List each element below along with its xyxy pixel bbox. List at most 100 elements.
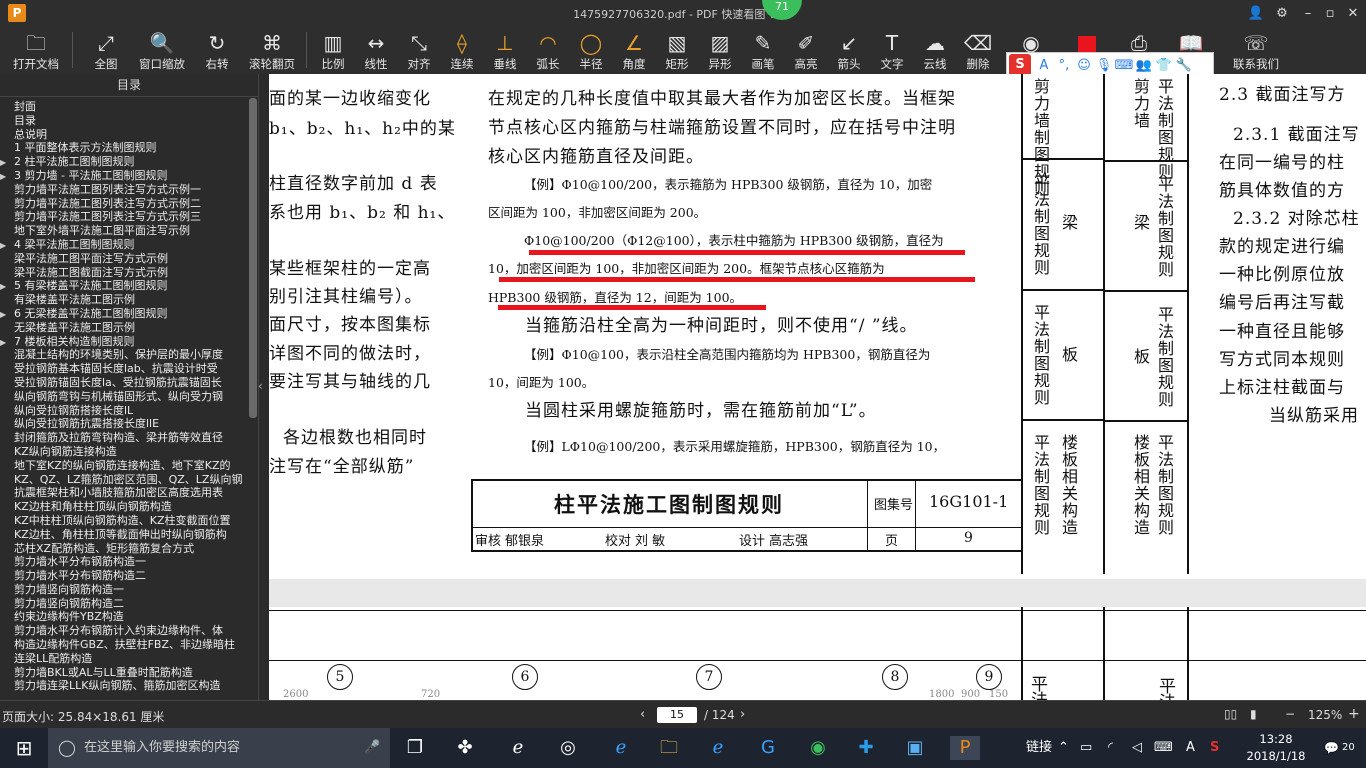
g-app-icon[interactable]: G <box>755 736 781 760</box>
arc-length-button[interactable]: ◠ 弧长 <box>529 28 567 74</box>
expand-arrow-icon[interactable]: ▶ <box>0 170 14 183</box>
minimize-button[interactable]: – <box>1298 4 1318 24</box>
user-icon[interactable]: 👤 <box>1246 4 1266 24</box>
keyboard-icon[interactable]: ⌨ <box>1154 728 1173 768</box>
side-tab[interactable]: 平法制图规则 <box>1031 304 1050 406</box>
side-tab[interactable]: 楼板相关构造 <box>1131 434 1150 536</box>
toc-item[interactable]: 受拉钢筋锚固长度la、受拉钢筋抗震锚固长 <box>0 376 248 390</box>
clock[interactable]: 13:28 2018/1/18 <box>1246 731 1306 765</box>
toc-item[interactable]: 剪力墙水平分布钢筋计入约束边缘构件、体 <box>0 624 248 638</box>
toc-item[interactable]: 梁平法施工图截面注写方式示例 <box>0 266 248 280</box>
tray-up-icon[interactable]: ⌃ <box>1058 728 1069 768</box>
side-tab[interactable]: 板 <box>1059 346 1078 363</box>
task-view-icon[interactable]: ❐ <box>402 736 428 760</box>
toc-item[interactable]: 剪力墙连梁LLK纵向钢筋、箍筋加密区构造 <box>0 679 248 693</box>
maximize-button[interactable]: ▫ <box>1320 4 1340 24</box>
toc-item[interactable]: ▶ 5 有梁楼盖平法施工图制图规则 <box>0 279 248 293</box>
clipboard-app-icon[interactable]: ▣ <box>902 736 928 760</box>
annotation-underline[interactable] <box>499 277 975 282</box>
toc-item[interactable]: 剪力墙BKL或AL与LL重叠时配筋构造 <box>0 666 248 680</box>
side-tab[interactable]: 平法制图规则 <box>1155 306 1174 408</box>
toc-item[interactable]: 地下室KZ的纵向钢筋连接构造、地下室KZ的 <box>0 459 248 473</box>
fan-app-icon[interactable]: ✤ <box>452 736 478 760</box>
toc-item[interactable]: 约束边缘构件YBZ构造 <box>0 610 248 624</box>
toc-item[interactable]: 芯柱XZ配筋构造、矩形箍筋复合方式 <box>0 542 248 556</box>
toc-item[interactable]: 剪力墙竖向钢筋构造一 <box>0 583 248 597</box>
prev-page-icon[interactable]: ‹ <box>640 707 645 722</box>
window-zoom-button[interactable]: 🔍 窗口缩放 <box>134 28 190 74</box>
ime-voice-icon[interactable]: 🎙 <box>1094 58 1114 73</box>
windows-start-icon[interactable]: ⊞ <box>0 728 48 768</box>
action-center-icon[interactable]: 💬 <box>1324 728 1339 768</box>
side-tab[interactable]: 平法制图规则 <box>1031 434 1050 536</box>
rectangle-button[interactable]: ▧ 矩形 <box>658 28 696 74</box>
arrow-button[interactable]: ↙ 箭头 <box>830 28 868 74</box>
battery-icon[interactable]: ▭ <box>1080 728 1092 768</box>
highlight-button[interactable]: ✐ 高亮 <box>787 28 825 74</box>
ime-skin-icon[interactable]: 👕 <box>1154 58 1174 73</box>
toc-item[interactable]: ▶ 4 梁平法施工图制图规则 <box>0 238 248 252</box>
open-document-button[interactable]: 🗀 打开文档 <box>6 28 66 74</box>
toc-item[interactable]: 剪力墙平法施工图列表注写方式示例三 <box>0 210 248 224</box>
expand-arrow-icon[interactable]: ▶ <box>0 308 14 321</box>
toc-item[interactable]: 封面 <box>0 100 248 114</box>
toc-item[interactable]: 抗震框架柱和小墙肢箍筋加密区高度选用表 <box>0 486 248 500</box>
toc-item[interactable]: 封闭箍筋及拉筋弯钩构造、梁并筋等效直径 <box>0 431 248 445</box>
toc-item[interactable]: 剪力墙平法施工图列表注写方式示例一 <box>0 183 248 197</box>
annotation-underline[interactable] <box>498 305 766 310</box>
volume-icon[interactable]: ◁ <box>1132 728 1142 768</box>
annotation-underline[interactable] <box>529 250 965 255</box>
edge-browser-icon[interactable]: ℯ <box>608 736 634 760</box>
continuous-button[interactable]: ⟠ 连续 <box>443 28 481 74</box>
toc-item[interactable]: 剪力墙水平分布钢筋构造一 <box>0 555 248 569</box>
ime-emoji-icon[interactable]: ☺ <box>1074 58 1094 73</box>
toc-item[interactable]: ▶ 6 无梁楼盖平法施工图制图规则 <box>0 307 248 321</box>
toc-item[interactable]: 剪力墙竖向钢筋构造二 <box>0 597 248 611</box>
side-tab[interactable]: 平法制图规则 <box>1031 174 1050 276</box>
perpendicular-button[interactable]: ⊥ 垂线 <box>486 28 524 74</box>
ie-browser-icon[interactable]: ℯ <box>505 736 531 760</box>
toc-item[interactable]: 混凝土结构的环境类别、保护层的最小厚度 <box>0 348 248 362</box>
toc-item[interactable]: 纵向受拉钢筋搭接长度lL <box>0 404 248 418</box>
taskbar-search[interactable]: ◯ 在这里输入你要搜索的内容 🎤 <box>48 728 390 768</box>
side-tab[interactable]: 平法制图规则 <box>1155 434 1174 536</box>
tray-label[interactable]: 链接 <box>1026 728 1052 768</box>
microphone-icon[interactable]: 🎤 <box>364 728 380 768</box>
toc-item[interactable]: ▶ 2 柱平法施工图制图规则 <box>0 155 248 169</box>
text-button[interactable]: T 文字 <box>873 28 911 74</box>
collapse-sidebar-icon[interactable]: ‹ <box>258 372 268 400</box>
toc-item[interactable]: ▶ 3 剪力墙 - 平法施工图制图规则 <box>0 169 248 183</box>
angle-button[interactable]: ∠ 角度 <box>615 28 653 74</box>
toc-item[interactable]: 剪力墙水平分布钢筋构造二 <box>0 569 248 583</box>
side-tab[interactable]: 板 <box>1131 348 1150 365</box>
toc-item[interactable]: 连梁LL配筋构造 <box>0 652 248 666</box>
delete-button[interactable]: ⌫ 删除 <box>959 28 997 74</box>
next-page-icon[interactable]: › <box>740 707 745 722</box>
toc-item[interactable]: KZ、QZ、LZ箍筋加密区范围、QZ、LZ纵向钢 <box>0 473 248 487</box>
toc-item[interactable]: 构造边缘构件GBZ、扶壁柱FBZ、非边缘暗柱 <box>0 638 248 652</box>
zoom-in-button[interactable]: + <box>1348 706 1360 722</box>
expand-arrow-icon[interactable]: ▶ <box>0 239 14 252</box>
irregular-button[interactable]: ▨ 异形 <box>701 28 739 74</box>
toc-item[interactable]: 梁平法施工图平面注写方式示例 <box>0 252 248 266</box>
contact-us-button[interactable]: ☏ 联系我们 <box>1226 28 1286 74</box>
zoom-out-button[interactable]: − <box>1285 707 1295 721</box>
swirl-app-icon[interactable]: ◎ <box>555 736 581 760</box>
expand-arrow-icon[interactable]: ▶ <box>0 280 14 293</box>
expand-arrow-icon[interactable]: ▶ <box>0 336 14 349</box>
align-button[interactable]: ⤡ 对齐 <box>400 28 438 74</box>
fit-page-button[interactable]: ⤢ 全图 <box>82 28 130 74</box>
toc-item[interactable]: 纵向受拉钢筋抗震搭接长度llE <box>0 417 248 431</box>
toc-item[interactable]: 地下室外墙平法施工图平面注写示例 <box>0 224 248 238</box>
toc-item[interactable]: 无梁楼盖平法施工图示例 <box>0 321 248 335</box>
expand-arrow-icon[interactable]: ▶ <box>0 156 14 169</box>
pen-button[interactable]: ✎ 画笔 <box>744 28 782 74</box>
toc-item[interactable]: 受拉钢筋基本锚固长度lab、抗震设计时受 <box>0 362 248 376</box>
plus-app-icon[interactable]: ✚ <box>853 736 879 760</box>
ime-mode-tray[interactable]: A <box>1186 728 1195 768</box>
color-swatch[interactable] <box>1078 36 1096 52</box>
toc-item[interactable]: 纵向钢筋弯钩与机械锚固形式、纵向受力钢 <box>0 390 248 404</box>
page-number-input[interactable]: 15 <box>657 707 697 723</box>
cloud-line-button[interactable]: ☁ 云线 <box>916 28 954 74</box>
side-tab[interactable]: 楼板相关构造 <box>1059 434 1078 536</box>
